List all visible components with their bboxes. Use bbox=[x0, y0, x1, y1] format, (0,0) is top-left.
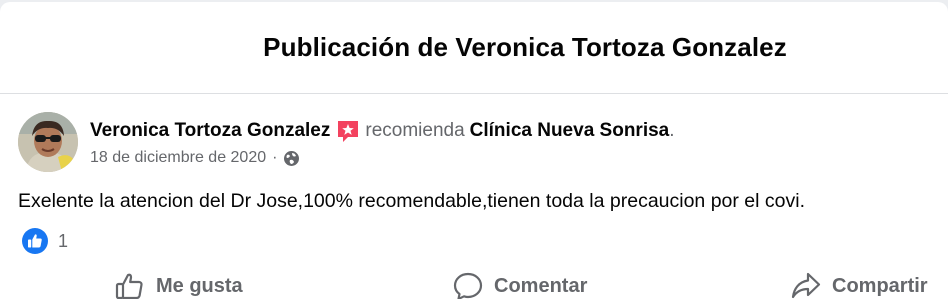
share-icon bbox=[791, 272, 821, 299]
post-body-text: Exelente la atencion del Dr Jose,100% re… bbox=[18, 190, 805, 212]
page-name-link[interactable]: Clínica Nueva Sonrisa bbox=[470, 120, 670, 142]
avatar[interactable] bbox=[18, 112, 78, 172]
thumbs-up-icon bbox=[115, 273, 143, 299]
reaction-count: 1 bbox=[58, 230, 69, 251]
dialog-title: Publicación de Veronica Tortoza Gonzalez bbox=[263, 32, 787, 62]
comment-label: Comentar bbox=[494, 274, 588, 297]
post-meta-line: 18 de diciembre de 2020 · bbox=[90, 149, 300, 167]
like-reaction-icon bbox=[22, 228, 48, 254]
avatar-image bbox=[18, 112, 78, 172]
share-label: Compartir bbox=[832, 274, 928, 297]
comment-icon bbox=[453, 272, 483, 299]
reactions-summary[interactable]: 1 bbox=[22, 228, 68, 254]
globe-icon[interactable] bbox=[283, 150, 300, 167]
like-label: Me gusta bbox=[156, 274, 243, 297]
post-dialog: Publicación de Veronica Tortoza Gonzalez… bbox=[0, 2, 948, 299]
recommend-icon bbox=[335, 118, 361, 144]
author-name-link[interactable]: Veronica Tortoza Gonzalez bbox=[90, 120, 330, 142]
trailing-period: . bbox=[669, 120, 675, 141]
post-header-line: Veronica Tortoza Gonzalez recomienda Clí… bbox=[90, 118, 675, 144]
dialog-header: Publicación de Veronica Tortoza Gonzalez bbox=[0, 2, 948, 94]
comment-button[interactable]: Comentar bbox=[452, 270, 587, 299]
share-button[interactable]: Compartir bbox=[790, 270, 928, 299]
post-date-link[interactable]: 18 de diciembre de 2020 bbox=[90, 149, 266, 167]
recommends-text: recomienda bbox=[365, 120, 465, 141]
action-bar: Me gusta Comentar Compartir bbox=[0, 264, 948, 299]
meta-separator: · bbox=[272, 149, 278, 166]
like-button[interactable]: Me gusta bbox=[114, 270, 243, 299]
